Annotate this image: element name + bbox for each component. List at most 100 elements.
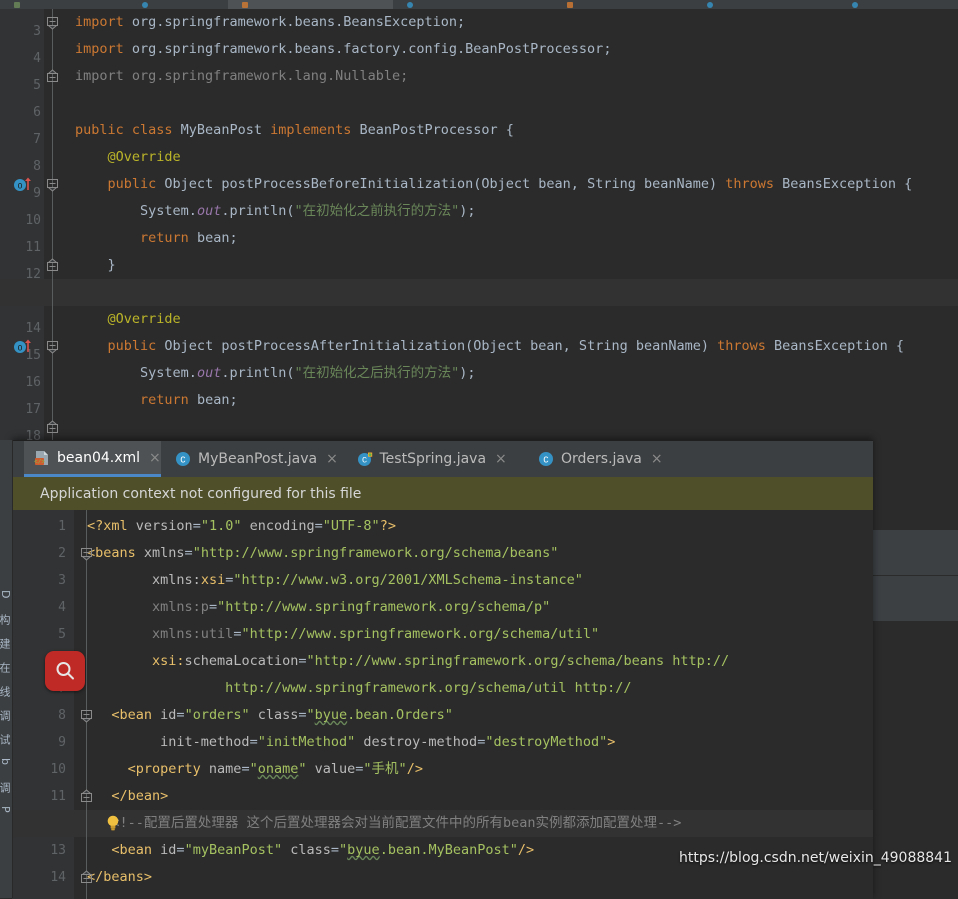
code-line[interactable]: import org.springframework.beans.factory… <box>75 36 611 63</box>
fold-collapse-icon[interactable] <box>79 546 94 561</box>
code-line[interactable]: <property name="oname" value="手机"/> <box>87 756 423 783</box>
fold-collapse-icon[interactable] <box>45 339 60 354</box>
code-line[interactable]: return bean; <box>75 387 238 414</box>
code-token: @Override <box>107 149 181 165</box>
code-token: class <box>257 707 299 723</box>
code-token: import <box>75 41 124 57</box>
code-token: = <box>330 842 340 858</box>
code-token: byue <box>347 842 380 858</box>
notification-bar[interactable]: Application context not configured for t… <box>12 477 873 510</box>
code-line[interactable]: http://www.springframework.org/schema/ut… <box>87 675 631 702</box>
code-line[interactable] <box>75 414 108 440</box>
code-token: > <box>607 734 616 750</box>
code-line[interactable]: </beans> <box>87 864 152 891</box>
code-line[interactable]: <bean id="orders" class="byue.bean.Order… <box>87 702 452 729</box>
tool-window-button[interactable]: 调 <box>0 710 12 721</box>
code-line[interactable]: public Object postProcessBeforeInitializ… <box>75 171 913 198</box>
code-token: "orders" <box>184 707 250 723</box>
code-line[interactable]: <beans xmlns="http://www.springframework… <box>87 540 558 567</box>
left-tool-strip[interactable]: D构建在线调试b调P <box>0 440 13 898</box>
code-line[interactable]: } <box>75 252 116 279</box>
code-token: import <box>75 14 124 30</box>
code-token: "destroyMethod" <box>485 734 608 750</box>
code-token: System. <box>140 365 197 381</box>
editor-tab-testspring-java[interactable]: C TestSpring.java × <box>347 441 525 477</box>
code-token: xmlns <box>143 545 185 561</box>
code-line[interactable]: xmlns:util="http://www.springframework.o… <box>87 621 599 648</box>
fold-end-icon[interactable] <box>45 258 60 273</box>
code-line[interactable]: public class MyBeanPost implements BeanP… <box>75 117 514 144</box>
code-token: <property <box>87 761 209 777</box>
code-token: "在初始化之后执行的方法" <box>294 365 460 381</box>
fold-collapse-icon[interactable] <box>45 15 60 30</box>
code-token: } <box>107 257 116 273</box>
implementing-method-icon[interactable]: O <box>12 336 34 358</box>
code-line[interactable]: import org.springframework.beans.BeansEx… <box>75 9 465 36</box>
code-line[interactable]: xmlns:p="http://www.springframework.org/… <box>87 594 550 621</box>
close-icon[interactable]: × <box>326 451 338 467</box>
code-line[interactable]: init-method="initMethod" destroy-method=… <box>87 729 615 756</box>
code-line[interactable]: @Override <box>75 144 181 171</box>
code-token: implements <box>270 122 352 138</box>
editor-tab-bar[interactable]: </> bean04.xml × C MyBeanPost.java × C TestSpri… <box>12 441 873 477</box>
code-token: <beans <box>87 545 144 561</box>
xml-code-area[interactable]: <?xml version="1.0" encoding="UTF-8"?> <b… <box>12 510 873 899</box>
fold-collapse-icon[interactable] <box>45 177 60 192</box>
tool-window-button[interactable]: 线 <box>0 686 12 697</box>
code-token: id <box>160 707 177 723</box>
close-icon[interactable]: × <box>149 450 161 466</box>
code-token: "手机" <box>363 761 407 777</box>
search-icon[interactable] <box>45 651 85 691</box>
editor-tab-orders-java[interactable]: C Orders.java × <box>528 441 673 477</box>
java-class-icon: C <box>175 451 191 467</box>
ide-window: 3456789101112131415161718 import org.spr… <box>0 0 958 899</box>
editor-tab-bean04-xml[interactable]: </> bean04.xml × <box>24 441 161 477</box>
fold-end-icon[interactable] <box>79 870 94 885</box>
implementing-method-icon[interactable]: O <box>12 174 34 196</box>
code-token: throws <box>725 176 775 192</box>
code-token: out <box>196 203 222 219</box>
fold-collapse-icon[interactable] <box>79 708 94 723</box>
code-token: init-method <box>160 734 250 750</box>
code-line[interactable]: xmlns:xsi="http://www.w3.org/2001/XMLSch… <box>87 567 583 594</box>
code-line[interactable]: <bean id="myBeanPost" class="byue.bean.M… <box>87 837 534 864</box>
code-line[interactable]: @Override <box>75 306 181 333</box>
tool-window-button[interactable]: 建 <box>0 638 12 649</box>
fold-end-icon[interactable] <box>45 69 60 84</box>
code-token: </bean> <box>87 788 169 804</box>
tool-window-button[interactable]: 构 <box>0 614 12 625</box>
code-line[interactable]: </bean> <box>87 783 168 810</box>
close-icon[interactable]: × <box>495 451 507 467</box>
code-line[interactable]: import org.springframework.lang.Nullable… <box>75 63 408 90</box>
code-token: bean; <box>188 392 238 408</box>
code-fold-rail <box>86 510 87 899</box>
tool-window-button[interactable]: D <box>0 590 12 598</box>
code-token: .println( <box>221 365 295 381</box>
code-token: byue <box>314 707 348 723</box>
fold-end-icon[interactable] <box>45 420 60 435</box>
tool-window-button[interactable]: b <box>0 758 12 765</box>
tool-window-button[interactable]: 在 <box>0 662 12 673</box>
tool-window-button[interactable]: 试 <box>0 734 12 745</box>
tool-window-button[interactable]: P <box>0 806 12 813</box>
code-line[interactable]: public Object postProcessAfterInitializa… <box>75 333 905 360</box>
code-line[interactable]: <?xml version="1.0" encoding="UTF-8"?> <box>87 513 396 540</box>
close-icon[interactable]: × <box>651 451 663 467</box>
code-line[interactable]: System.out.println("在初始化之前执行的方法"); <box>75 198 475 225</box>
code-token: name <box>208 761 242 777</box>
java-code-area[interactable]: import org.springframework.beans.BeansEx… <box>0 0 958 440</box>
code-token: import org.springframework.lang.Nullable… <box>75 68 409 84</box>
code-line[interactable]: return bean; <box>75 225 238 252</box>
tool-window-button[interactable]: 调 <box>0 782 12 793</box>
code-line[interactable]: <!--配置后置处理器 这个后置处理器会对当前配置文件中的所有bean实例都添加… <box>87 810 681 837</box>
code-line[interactable]: System.out.println("在初始化之后执行的方法"); <box>75 360 475 387</box>
fold-end-icon[interactable] <box>79 789 94 804</box>
intention-bulb-icon[interactable] <box>106 814 120 832</box>
editor-tab-mybeanpost-java[interactable]: C MyBeanPost.java × <box>165 441 343 477</box>
code-line[interactable]: xsi:schemaLocation="http://www.springfra… <box>87 648 729 675</box>
code-token: value <box>314 761 356 777</box>
